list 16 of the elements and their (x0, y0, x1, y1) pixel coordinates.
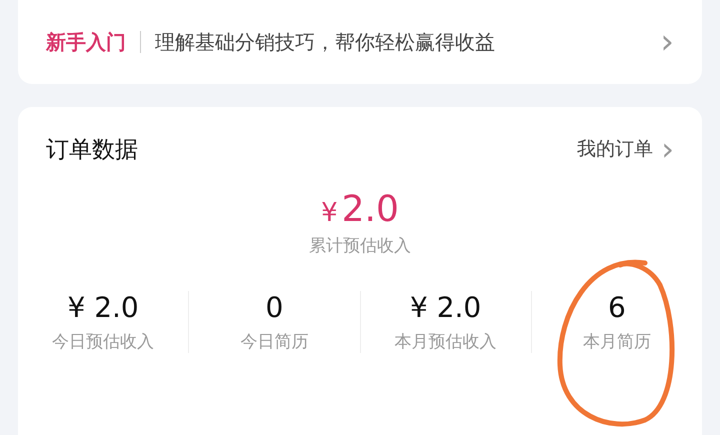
stat-label: 本月预估收入 (394, 331, 497, 353)
total-label: 累计预估收入 (309, 235, 411, 257)
section-title: 订单数据 (46, 136, 138, 164)
stat-label: 本月简历 (582, 331, 651, 353)
stat-value: 6 (608, 291, 626, 324)
my-orders-link[interactable]: 我的订单 › (577, 133, 674, 165)
stat-value: ¥ 2.0 (410, 291, 482, 324)
total-amount: ¥2.0 (321, 189, 399, 230)
stat-value: 0 (265, 291, 284, 324)
chevron-icon: › (660, 25, 674, 59)
stat-label: 今日预估收入 (52, 331, 154, 353)
stat-label: 今日简历 (240, 331, 308, 353)
guide-tag: 新手入门 (46, 28, 126, 56)
guide-card[interactable]: 新手入门 理解基础分销技巧，帮你轻松赢得收益 › (18, 0, 702, 84)
stat-value: ¥ 2.0 (68, 291, 139, 324)
guide-text: 理解基础分销技巧，帮你轻松赢得收益 (155, 28, 496, 56)
